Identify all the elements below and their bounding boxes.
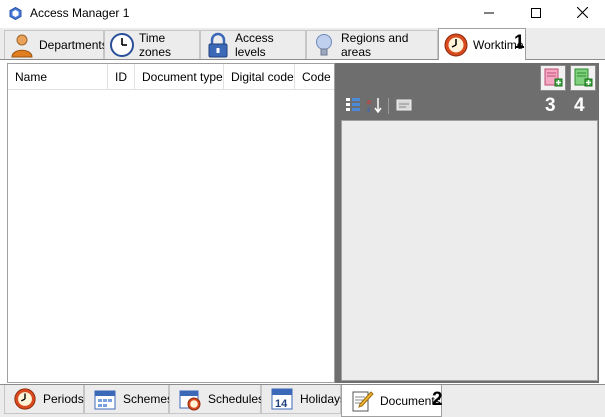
title-bar: Access Manager 1: [0, 0, 605, 28]
padlock-icon: [205, 32, 231, 58]
app-cube-icon: [9, 6, 22, 21]
grid-view-button[interactable]: [344, 97, 362, 115]
tab-label: Periods: [43, 392, 84, 406]
add-document-pink-button[interactable]: [540, 65, 566, 91]
pink-document-add-icon: [543, 67, 563, 90]
tab-label: Access levels: [235, 31, 274, 59]
column-header-code[interactable]: Code: [295, 64, 334, 90]
document-details-panel: az 3 4: [340, 63, 599, 383]
tab-departments[interactable]: Departments: [4, 30, 108, 59]
details-toolbar: az: [340, 94, 599, 118]
calendar-clock-icon: [178, 387, 202, 411]
column-header-digital-code[interactable]: Digital code: [224, 64, 295, 90]
tab-label: Regions and areas: [341, 31, 409, 59]
tab-label: Schemes: [123, 392, 174, 406]
green-document-add-icon: [573, 67, 593, 90]
grid-header: Name ID Document type Digital code Code: [8, 64, 334, 90]
bottom-tab-strip: Periods Schemes Schedules 14 Holidays Do…: [0, 384, 605, 417]
details-header: [340, 63, 599, 93]
column-header-name[interactable]: Name: [8, 64, 108, 90]
svg-text:a: a: [367, 99, 371, 106]
details-content-area: [341, 120, 598, 381]
minimize-button[interactable]: [466, 0, 512, 28]
card-icon: [396, 97, 412, 116]
red-clock-icon: [13, 387, 37, 411]
toolbar-separator: [388, 98, 389, 114]
maximize-button[interactable]: [513, 0, 559, 28]
tab-periods[interactable]: Periods: [4, 385, 84, 414]
calendar-icon: [93, 387, 117, 411]
calendar-14-icon: 14: [270, 387, 294, 411]
tab-worktime[interactable]: Worktime: [438, 28, 526, 60]
documents-grid[interactable]: Name ID Document type Digital code Code: [7, 63, 335, 383]
tab-schemes[interactable]: Schemes: [84, 385, 173, 414]
top-tab-strip: Departments Time zones Access levels Reg…: [0, 28, 605, 60]
person-icon: [9, 32, 35, 58]
column-header-id[interactable]: ID: [108, 64, 135, 90]
sort-button[interactable]: az: [366, 97, 384, 115]
sort-icon: az: [367, 97, 383, 116]
tab-label: Schedules: [208, 392, 265, 406]
window-title: Access Manager 1: [30, 6, 130, 20]
maximize-icon: [531, 7, 541, 21]
column-header-document-type[interactable]: Document type: [135, 64, 224, 90]
tab-label: Time zones: [139, 31, 172, 59]
lightbulb-icon: [311, 32, 337, 58]
tab-schedules[interactable]: Schedules: [169, 385, 265, 414]
tab-access-levels[interactable]: Access levels: [200, 30, 306, 59]
grid-view-icon: [345, 97, 361, 116]
svg-text:14: 14: [275, 398, 288, 410]
minimize-icon: [484, 7, 494, 21]
tab-documents[interactable]: Documents: [341, 385, 442, 417]
callout-marker-4: 4: [574, 95, 585, 116]
callout-marker-1: 1: [514, 32, 525, 53]
callout-marker-3: 3: [545, 95, 556, 116]
close-button[interactable]: [559, 0, 605, 28]
callout-marker-2: 2: [432, 389, 443, 410]
tab-regions-and-areas[interactable]: Regions and areas: [306, 30, 438, 59]
svg-text:z: z: [367, 107, 371, 113]
tab-holidays[interactable]: 14 Holidays: [261, 385, 346, 414]
add-document-green-button[interactable]: [570, 65, 596, 91]
red-clock-icon: [443, 32, 469, 58]
close-icon: [576, 6, 588, 21]
document-pencil-icon: [350, 389, 374, 413]
card-view-button[interactable]: [395, 97, 413, 115]
tab-label: Departments: [39, 38, 108, 52]
clock-icon: [109, 32, 135, 58]
tab-time-zones[interactable]: Time zones: [104, 30, 200, 59]
tab-label: Holidays: [300, 392, 347, 406]
